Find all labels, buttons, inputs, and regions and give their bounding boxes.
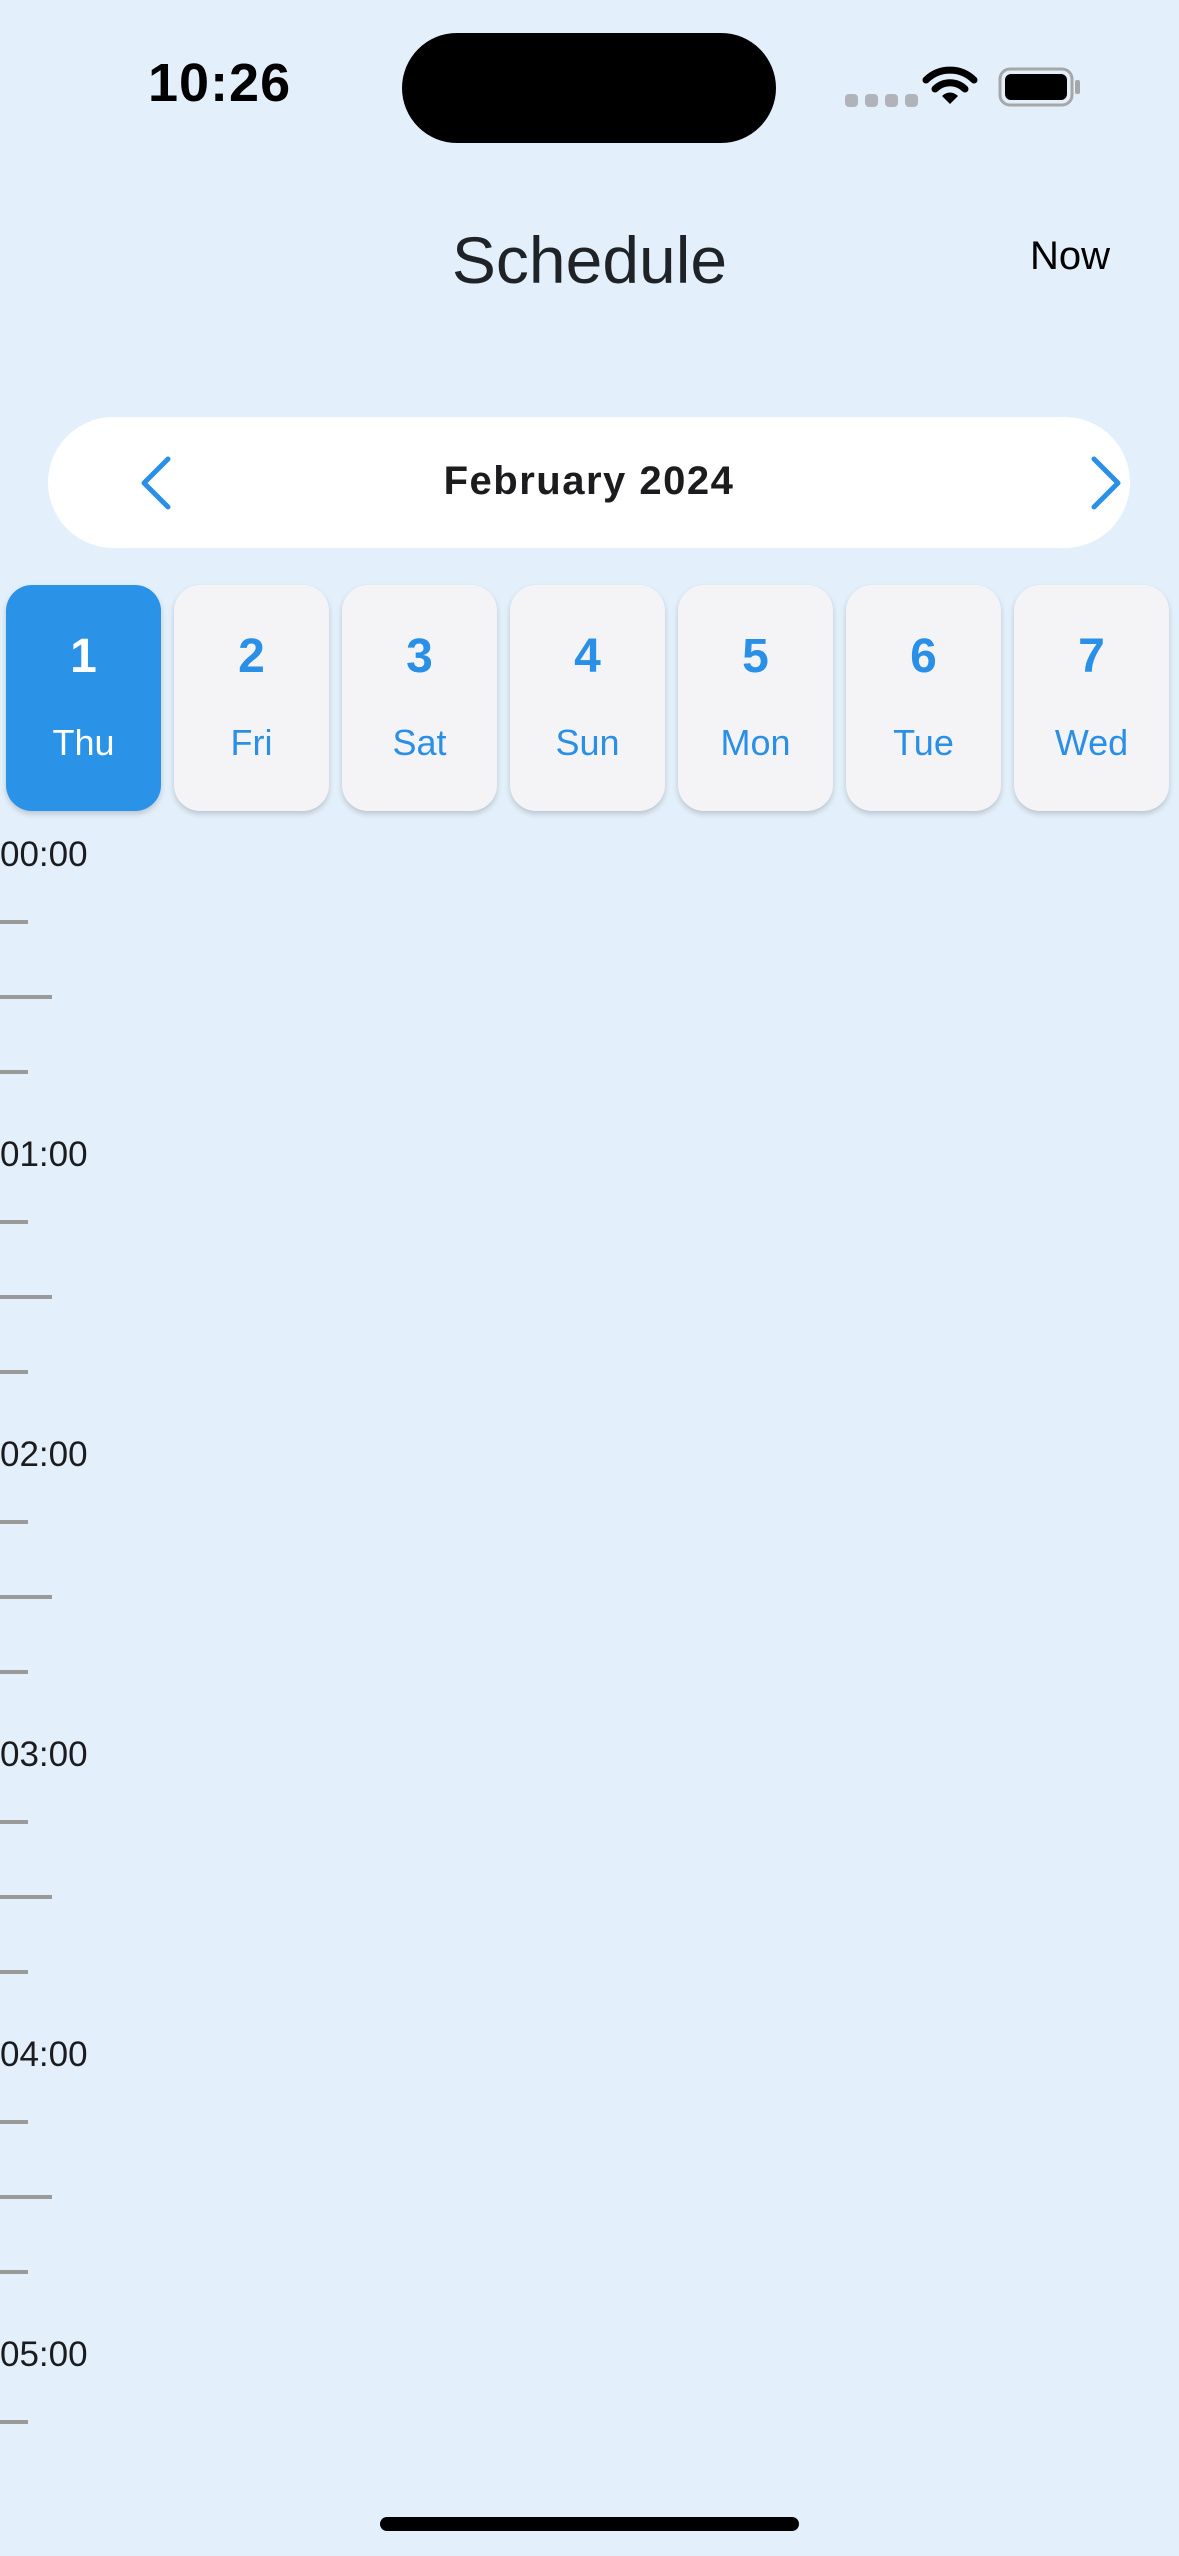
quarter-hour-tick [0,2270,28,2274]
quarter-hour-tick [0,1670,28,1674]
month-navigator: February 2024 [48,417,1130,548]
hour-label: 04:00 [0,2035,88,2074]
day-chip[interactable]: 6 Tue [846,585,1001,811]
day-number: 6 [910,630,937,683]
day-weekday: Tue [893,722,954,763]
day-number: 5 [742,630,769,683]
hour-label: 03:00 [0,1735,88,1774]
day-selector: 1 Thu 2 Fri 3 Sat 4 Sun 5 Mon 6 Tue 7 Wed [6,585,1169,811]
quarter-hour-tick [0,1820,28,1824]
hour-label: 02:00 [0,1435,88,1474]
quarter-hour-tick [0,920,28,924]
day-weekday: Mon [720,722,791,763]
battery-icon [998,67,1080,107]
quarter-hour-tick [0,1070,28,1074]
quarter-hour-tick [0,1295,52,1299]
day-chip[interactable]: 3 Sat [342,585,497,811]
quarter-hour-tick [0,1520,28,1524]
cellular-signal-icon [845,94,918,107]
day-chip[interactable]: 4 Sun [510,585,665,811]
page-title: Schedule [451,223,728,297]
month-label: February 2024 [443,459,735,503]
hour-label: 00:00 [0,835,88,874]
dynamic-island [402,33,776,143]
status-time: 10:26 [148,53,292,113]
hour-label: 01:00 [0,1135,88,1174]
day-weekday: Wed [1054,722,1129,763]
day-number: 7 [1078,630,1105,683]
quarter-hour-tick [0,2120,28,2124]
day-weekday: Fri [230,722,273,763]
timeline: 00:00 01:00 02:00 03:00 04:00 05:00 [0,815,1179,2455]
day-number: 1 [70,630,97,683]
day-number: 2 [238,630,265,683]
quarter-hour-tick [0,1370,28,1374]
day-weekday: Thu [52,722,115,763]
chevron-right-icon[interactable] [1086,453,1126,513]
day-chip[interactable]: 1 Thu [6,585,161,811]
day-number: 3 [406,630,433,683]
day-weekday: Sat [392,722,447,763]
quarter-hour-tick [0,1220,28,1224]
quarter-hour-tick [0,1895,52,1899]
day-number: 4 [574,630,601,683]
wifi-icon [922,66,978,104]
quarter-hour-tick [0,1970,28,1974]
home-indicator [380,2517,799,2531]
quarter-hour-tick [0,995,52,999]
day-chip[interactable]: 2 Fri [174,585,329,811]
day-chip[interactable]: 5 Mon [678,585,833,811]
day-weekday: Sun [555,722,620,763]
quarter-hour-tick [0,1595,52,1599]
now-button[interactable]: Now [1030,234,1110,279]
quarter-hour-tick [0,2195,52,2199]
day-chip[interactable]: 7 Wed [1014,585,1169,811]
quarter-hour-tick [0,2420,28,2424]
hour-label: 05:00 [0,2335,88,2374]
